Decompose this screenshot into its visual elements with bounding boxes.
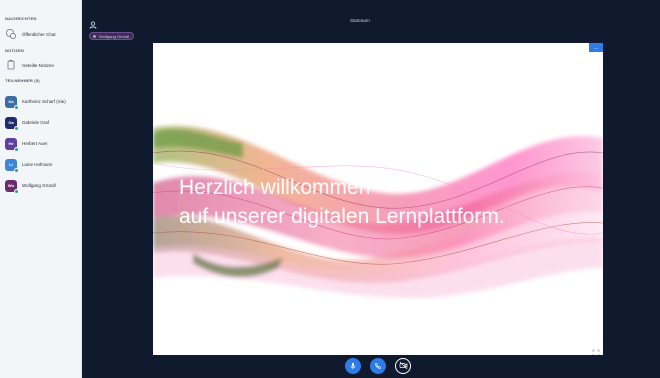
sidebar: NACHRICHTEN Öffentlicher Chat NOTIZEN Ge… bbox=[0, 0, 82, 378]
avatar-initials: Li bbox=[9, 162, 13, 167]
presentation-menu-button[interactable]: ... bbox=[589, 43, 603, 52]
status-badge bbox=[14, 146, 19, 152]
phone-icon bbox=[374, 357, 382, 375]
slide-headline-line1: Herzlich willkommen bbox=[179, 176, 371, 199]
media-controls bbox=[345, 358, 411, 374]
avatar: Wo bbox=[5, 179, 19, 194]
avatar: He bbox=[5, 137, 19, 152]
fit-screen-icon[interactable] bbox=[592, 344, 600, 355]
status-badge bbox=[14, 125, 19, 131]
app-root: NACHRICHTEN Öffentlicher Chat NOTIZEN Ge… bbox=[0, 0, 660, 378]
speaker-indicator: Wolfgang Gründl bbox=[89, 32, 134, 40]
participant-item[interactable]: Ka Karlheinz Scharf (Sie) bbox=[0, 91, 82, 112]
participant-item[interactable]: Li Liane Hofmann bbox=[0, 154, 82, 175]
participant-name: Wolfgang Gründl bbox=[22, 183, 56, 188]
messages-section-title: NACHRICHTEN bbox=[5, 16, 37, 21]
room-title: Startraum bbox=[350, 18, 370, 23]
chat-icon bbox=[5, 28, 17, 40]
phone-button[interactable] bbox=[370, 358, 386, 374]
notes-icon bbox=[5, 59, 17, 71]
shared-notes-label: Geteilte Notizen bbox=[22, 62, 55, 68]
participant-name: Liane Hofmann bbox=[22, 162, 53, 167]
participants-section-title: TEILNEHMER (5) bbox=[5, 78, 40, 83]
presentation-slide: Herzlich willkommen auf unserer digitale… bbox=[153, 43, 603, 355]
avatar: Ga bbox=[5, 116, 19, 131]
microphone-button[interactable] bbox=[345, 358, 361, 374]
participant-name: Karlheinz Scharf (Sie) bbox=[22, 99, 66, 104]
participant-name: Gabriele Graf bbox=[22, 120, 50, 125]
speaker-name: Wolfgang Gründl bbox=[99, 33, 129, 39]
status-badge bbox=[14, 104, 19, 110]
avatar: Ka bbox=[5, 95, 19, 110]
public-chat-item[interactable]: Öffentlicher Chat bbox=[0, 28, 56, 40]
public-chat-label: Öffentlicher Chat bbox=[22, 31, 56, 37]
microphone-icon bbox=[349, 357, 357, 375]
avatar: Li bbox=[5, 158, 19, 173]
participant-item[interactable]: Wo Wolfgang Gründl bbox=[0, 175, 82, 196]
slide-headline-line2: auf unserer digitalen Lernplattform. bbox=[179, 205, 505, 228]
camera-icon bbox=[399, 357, 408, 375]
avatar-initials: Ga bbox=[8, 120, 14, 125]
avatar-initials: Ka bbox=[8, 99, 14, 104]
shared-notes-item[interactable]: Geteilte Notizen bbox=[0, 59, 54, 71]
participant-name: Herbert Auer bbox=[22, 141, 48, 146]
status-badge bbox=[14, 167, 19, 173]
participant-item[interactable]: He Herbert Auer bbox=[0, 133, 82, 154]
speaker-dot bbox=[93, 34, 96, 38]
notes-section-title: NOTIZEN bbox=[5, 48, 24, 53]
camera-button[interactable] bbox=[395, 358, 411, 374]
avatar-initials: He bbox=[8, 141, 14, 146]
status-badge bbox=[14, 188, 19, 194]
avatar-initials: Wo bbox=[7, 183, 15, 188]
participant-list: Ka Karlheinz Scharf (Sie) Ga Gabriele Gr… bbox=[0, 91, 82, 196]
participant-item[interactable]: Ga Gabriele Graf bbox=[0, 112, 82, 133]
user-icon[interactable] bbox=[89, 16, 97, 29]
